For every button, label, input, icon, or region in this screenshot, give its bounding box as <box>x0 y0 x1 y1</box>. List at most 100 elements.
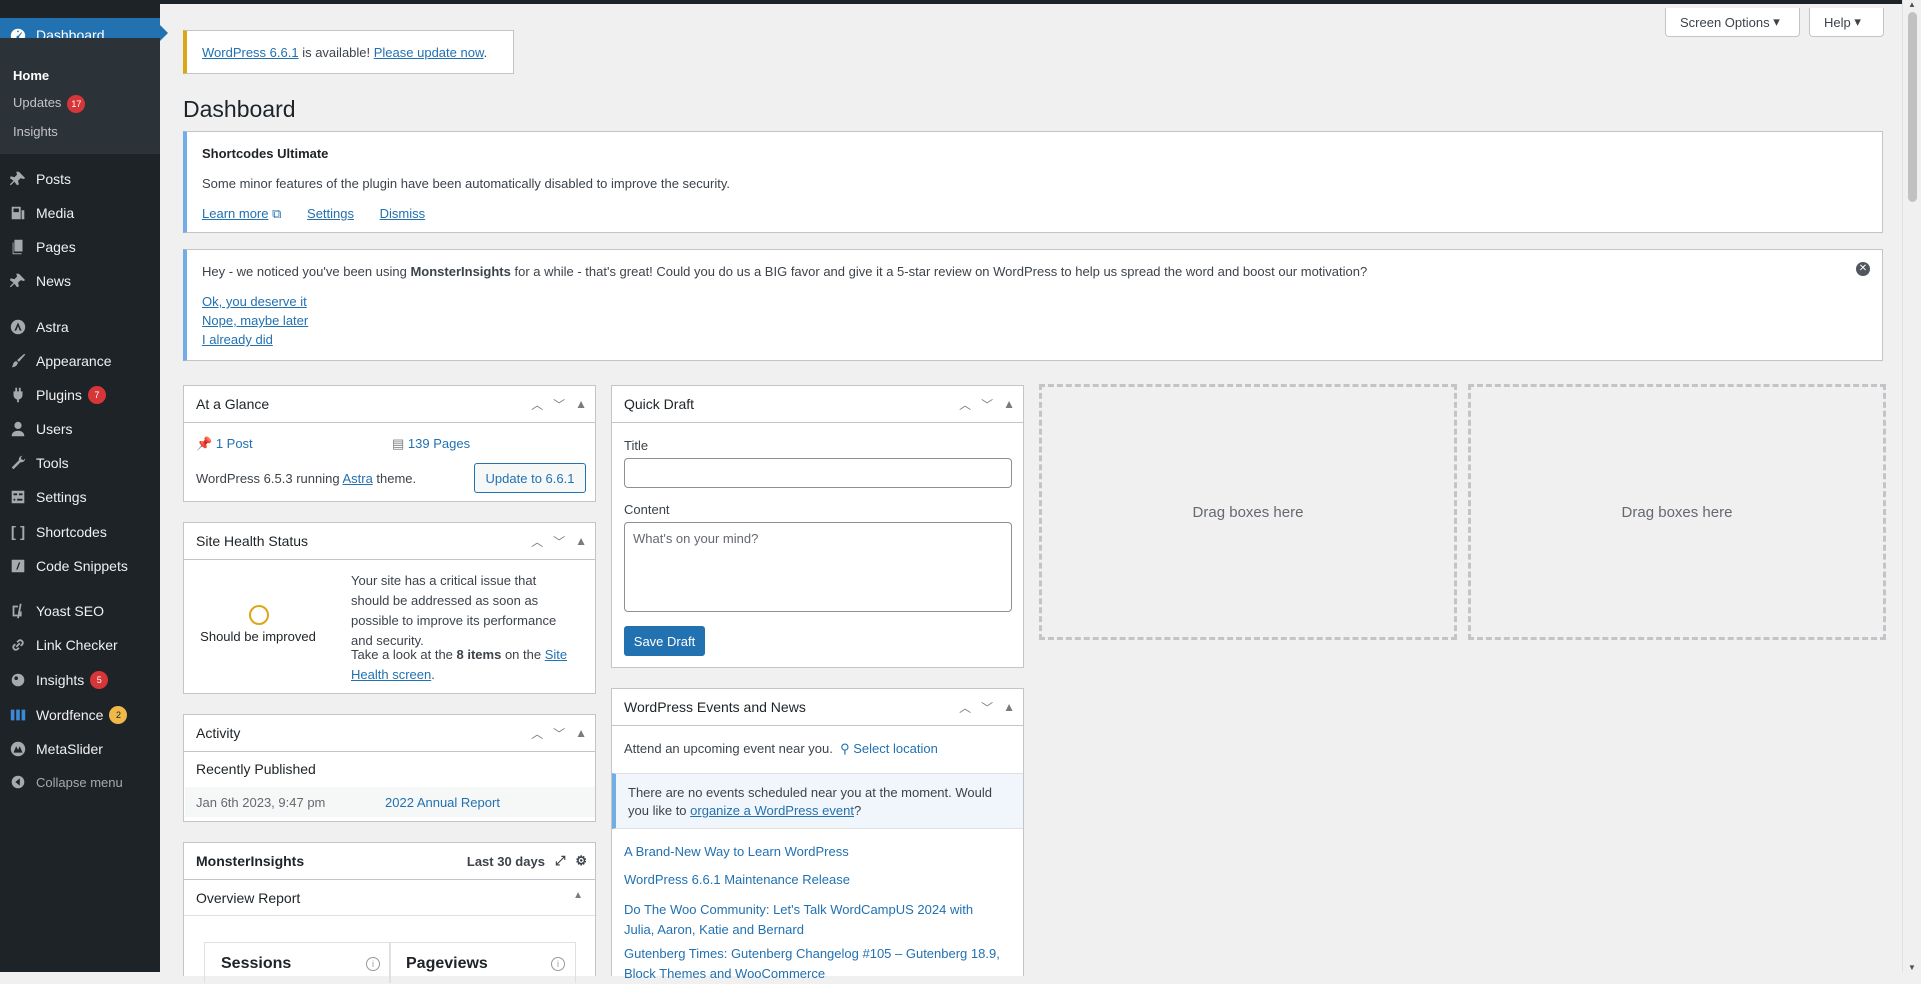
metaslider-icon <box>0 740 36 758</box>
quick-draft-widget: Quick Draft ︿ ﹀ ▲ Title Content What's on … <box>611 385 1024 668</box>
news-link[interactable]: A Brand-New Way to Learn WordPress <box>624 844 849 859</box>
page-scrollbar[interactable]: ▲ ▼ <box>1902 0 1921 972</box>
screen-options-button[interactable]: Screen Options ▾ <box>1665 8 1800 37</box>
news-link[interactable]: Do The Woo Community: Let's Talk WordCam… <box>624 900 1004 940</box>
scrollbar-thumb[interactable] <box>1908 12 1917 202</box>
draft-content-textarea[interactable]: What's on your mind? <box>624 522 1012 612</box>
pin-icon <box>0 170 36 188</box>
collapse-menu-button[interactable]: Collapse menu <box>0 767 160 797</box>
move-up-icon[interactable]: ︿ <box>531 725 543 742</box>
recently-published-heading: Recently Published <box>196 761 316 777</box>
toggle-panel-icon[interactable]: ▲ <box>575 534 587 548</box>
sidebar-item-media[interactable]: Media <box>0 198 160 228</box>
sidebar-item-link-checker[interactable]: Link Checker <box>0 630 160 660</box>
submenu-updates[interactable]: Updates 17 <box>13 95 86 113</box>
select-location-button[interactable]: Select location <box>853 741 938 756</box>
review-later-link[interactable]: Nope, maybe later <box>202 313 308 328</box>
activity-date: Jan 6th 2023, 9:47 pm <box>196 795 326 810</box>
admin-sidebar: Dashboard Home Updates 17 Insights Posts … <box>0 4 168 972</box>
sidebar-item-metaslider[interactable]: MetaSlider <box>0 734 160 764</box>
close-icon[interactable]: ✕ <box>1856 262 1870 276</box>
update-wordpress-button[interactable]: Update to 6.6.1 <box>474 463 586 493</box>
sidebar-item-astra[interactable]: Astra <box>0 312 160 342</box>
move-up-icon[interactable]: ︿ <box>959 396 971 413</box>
news-link[interactable]: Gutenberg Times: Gutenberg Changelog #10… <box>624 944 1004 984</box>
pages-count-link[interactable]: 139 Pages <box>408 436 470 451</box>
pin-icon: 📌 <box>196 436 213 451</box>
toggle-panel-icon[interactable]: ▲ <box>575 726 587 740</box>
brush-icon <box>0 352 36 370</box>
learn-more-link[interactable]: Learn more <box>202 206 268 221</box>
pin-icon <box>0 272 36 290</box>
scroll-up-icon[interactable]: ▲ <box>1908 0 1916 9</box>
wordfence-icon <box>0 706 36 724</box>
expand-icon[interactable]: ⤢ <box>555 853 565 869</box>
caret-down-icon: ▾ <box>1854 14 1861 29</box>
caret-down-icon: ▾ <box>1773 14 1780 29</box>
sidebar-item-news[interactable]: News <box>0 266 160 296</box>
organize-event-link[interactable]: organize a WordPress event <box>690 803 854 818</box>
activity-row: Jan 6th 2023, 9:47 pm 2022 Annual Report <box>185 787 595 817</box>
sidebar-item-users[interactable]: Users <box>0 414 160 444</box>
sidebar-item-shortcodes[interactable]: [ ] Shortcodes <box>0 517 160 547</box>
move-up-icon[interactable]: ︿ <box>531 396 543 413</box>
yoast-icon <box>0 602 36 620</box>
posts-count-link[interactable]: 1 Post <box>216 436 253 451</box>
notice-title: Shortcodes Ultimate <box>202 146 329 161</box>
activity-post-link[interactable]: 2022 Annual Report <box>385 795 500 810</box>
drag-boxes-area[interactable]: Drag boxes here <box>1039 384 1457 640</box>
move-down-icon[interactable]: ﹀ <box>981 699 993 716</box>
info-icon[interactable]: i <box>366 957 380 971</box>
sidebar-item-posts[interactable]: Posts <box>0 164 160 194</box>
info-icon[interactable]: i <box>551 957 565 971</box>
at-a-glance-widget: At a Glance ︿ ﹀ ▲ 📌 1 Post ▤ 139 Pages Wor… <box>183 385 596 502</box>
review-done-link[interactable]: I already did <box>202 332 273 347</box>
help-button[interactable]: Help ▾ <box>1809 8 1884 37</box>
wordfence-count-badge: 2 <box>109 706 128 724</box>
settings-link[interactable]: Settings <box>307 206 354 221</box>
dashboard-submenu: Home Updates 17 Insights <box>0 38 160 154</box>
wordpress-version-link[interactable]: WordPress 6.6.1 <box>202 45 299 60</box>
submenu-home[interactable]: Home <box>13 68 49 83</box>
news-link[interactable]: WordPress 6.6.1 Maintenance Release <box>624 872 850 887</box>
sidebar-item-settings[interactable]: Settings <box>0 482 160 512</box>
sidebar-item-tools[interactable]: Tools <box>0 448 160 478</box>
link-icon <box>0 636 36 654</box>
sidebar-item-pages[interactable]: Pages <box>0 232 160 262</box>
theme-link[interactable]: Astra <box>342 471 372 486</box>
dismiss-link[interactable]: Dismiss <box>380 206 426 221</box>
move-down-icon[interactable]: ﹀ <box>553 725 565 742</box>
save-draft-button[interactable]: Save Draft <box>624 626 705 656</box>
toggle-panel-icon[interactable]: ▲ <box>1003 397 1015 411</box>
activity-widget: Activity ︿ ﹀ ▲ Recently Published Jan 6th … <box>183 714 596 822</box>
events-news-widget: WordPress Events and News ︿ ﹀ ▲ Attend an … <box>611 688 1024 981</box>
submenu-insights[interactable]: Insights <box>13 124 58 139</box>
review-yes-link[interactable]: Ok, you deserve it <box>202 294 307 309</box>
sidebar-item-appearance[interactable]: Appearance <box>0 346 160 376</box>
move-down-icon[interactable]: ﹀ <box>981 396 993 413</box>
title-label: Title <box>624 438 649 453</box>
sidebar-item-plugins[interactable]: Plugins 7 <box>0 380 160 410</box>
move-down-icon[interactable]: ﹀ <box>553 396 565 413</box>
main-content: Screen Options ▾ Help ▾ WordPress 6.6.1 … <box>160 4 1898 983</box>
move-down-icon[interactable]: ﹀ <box>553 533 565 550</box>
please-update-link[interactable]: Please update now <box>374 45 484 60</box>
gear-icon[interactable]: ⚙ <box>575 853 587 869</box>
sidebar-item-wordfence[interactable]: Wordfence 2 <box>0 700 160 730</box>
toggle-panel-icon[interactable]: ▲ <box>573 890 583 901</box>
code-icon <box>0 557 36 575</box>
monsterinsights-review-notice: Hey - we noticed you've been using Monst… <box>183 249 1883 361</box>
move-up-icon[interactable]: ︿ <box>531 533 543 550</box>
external-link-icon: ⧉ <box>272 206 282 221</box>
sidebar-item-yoast-seo[interactable]: Yoast SEO <box>0 596 160 626</box>
toggle-panel-icon[interactable]: ▲ <box>575 397 587 411</box>
drag-boxes-area[interactable]: Drag boxes here <box>1468 384 1886 640</box>
date-range-select[interactable]: Last 30 days <box>467 854 545 869</box>
draft-title-input[interactable] <box>624 458 1012 488</box>
scroll-down-icon[interactable]: ▼ <box>1908 963 1916 972</box>
toggle-panel-icon[interactable]: ▲ <box>1003 700 1015 714</box>
collapse-icon <box>0 773 36 791</box>
sidebar-item-code-snippets[interactable]: Code Snippets <box>0 551 160 581</box>
move-up-icon[interactable]: ︿ <box>959 699 971 716</box>
sidebar-item-insights[interactable]: Insights 5 <box>0 665 160 695</box>
